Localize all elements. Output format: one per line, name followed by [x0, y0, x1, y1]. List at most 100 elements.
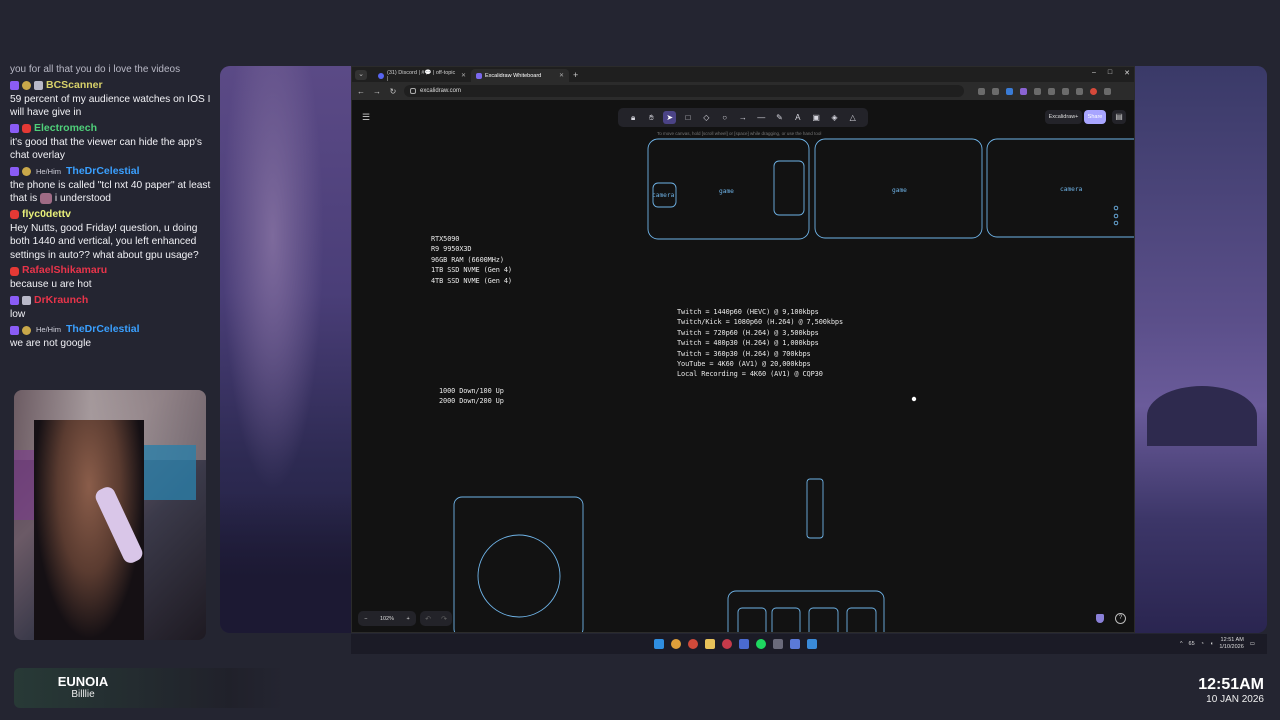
line-icon[interactable]: —	[755, 111, 768, 124]
game-label[interactable]: game	[719, 188, 734, 195]
chat-username: flyc0dettv	[22, 207, 72, 220]
share-button[interactable]: Share	[1084, 110, 1106, 124]
bookmark-icon[interactable]	[992, 87, 999, 95]
badge-icon	[22, 296, 31, 305]
app-icon[interactable]	[790, 639, 800, 649]
history-controls: ↶ ↷	[420, 611, 452, 626]
camera-label[interactable]: camera	[1060, 186, 1083, 193]
game-label[interactable]: game	[892, 187, 907, 194]
zoom-in-button[interactable]: +	[407, 616, 410, 622]
image-icon[interactable]: ▣	[810, 111, 823, 124]
window-controls: – □ ✕	[1092, 69, 1130, 77]
bottom-key[interactable]	[846, 607, 877, 632]
volume-icon[interactable]: ◖	[1210, 641, 1213, 647]
file-explorer-icon[interactable]	[705, 639, 715, 649]
windows-start-icon[interactable]	[654, 639, 664, 649]
rectangle-icon[interactable]: □	[682, 111, 695, 124]
tall-bar[interactable]	[806, 478, 824, 539]
clock-time: 12:51AM	[1198, 676, 1264, 693]
sidebar-icon[interactable]	[1076, 87, 1083, 95]
lock-icon[interactable]: 🔒︎	[627, 111, 640, 124]
dot-shape[interactable]	[1113, 220, 1119, 226]
eraser-icon[interactable]: ◈	[828, 111, 841, 124]
spotify-icon[interactable]	[756, 639, 766, 649]
extension-icon[interactable]	[1048, 87, 1055, 95]
excalidraw-plus-button[interactable]: Excalidraw+	[1045, 110, 1082, 124]
specs-note[interactable]: RTX5090 R9 9950X3D 96GB RAM (6600MHz) 1T…	[431, 234, 512, 286]
selection-icon[interactable]: ➤	[663, 111, 677, 124]
verified-badge-icon	[34, 81, 43, 90]
tab-excalidraw[interactable]: Excalidraw Whiteboard ✕	[471, 69, 569, 82]
puzzle-icon[interactable]	[1062, 87, 1069, 95]
pencil-icon[interactable]: ✎	[773, 111, 786, 124]
site-info-icon[interactable]	[410, 88, 416, 94]
bitrate-note[interactable]: Twitch = 1440p60 (HEVC) @ 9,100kbps Twit…	[677, 307, 843, 380]
extension-icon[interactable]	[1006, 87, 1013, 95]
chat-text: the phone is called "tcl nxt 40 paper" a…	[10, 179, 215, 206]
network-icon[interactable]: ◔	[1201, 641, 1204, 647]
extension-icon[interactable]	[1034, 87, 1041, 95]
close-window-button[interactable]: ✕	[1124, 69, 1130, 77]
chat-message: He/Him TheDrCelestial the phone is calle…	[10, 165, 215, 206]
text-icon[interactable]: A	[791, 111, 804, 124]
diamond-icon[interactable]: ◇	[700, 111, 713, 124]
bottom-key[interactable]	[808, 607, 839, 632]
hand-icon[interactable]: ✋︎	[645, 111, 658, 124]
subscriber-badge-icon	[22, 325, 31, 335]
shield-icon[interactable]	[1096, 614, 1104, 623]
tab-discord[interactable]: (31) Discord | #💬 | off-topic | ✕	[373, 69, 471, 82]
dot-shape[interactable]	[1113, 213, 1119, 219]
taskbar-clock[interactable]: 12:51 AM 1/10/2026	[1219, 637, 1243, 651]
extension-icon[interactable]	[1020, 87, 1027, 95]
chat-username: TheDrCelestial	[66, 323, 140, 336]
app-icon[interactable]	[807, 639, 817, 649]
twitch-icon	[10, 81, 19, 90]
redo-icon[interactable]: ↷	[441, 615, 447, 623]
back-icon[interactable]: ←	[356, 87, 366, 96]
minimize-button[interactable]: –	[1092, 69, 1096, 77]
dot-shape[interactable]	[1113, 205, 1119, 211]
zoom-level[interactable]: 102%	[380, 616, 394, 622]
internet-speed-note[interactable]: 1000 Down/100 Up 2000 Down/200 Up	[439, 386, 504, 407]
phone-shape[interactable]	[453, 496, 584, 632]
system-tray: ^ 65 ◔ ◖ 12:51 AM 1/10/2026 ▭	[1180, 637, 1255, 651]
undo-icon[interactable]: ↶	[425, 615, 431, 623]
camera-label[interactable]: camera	[652, 192, 675, 199]
bottom-key[interactable]	[771, 607, 801, 632]
forward-icon[interactable]: →	[372, 87, 382, 96]
more-tools-icon[interactable]: △	[846, 111, 859, 124]
more-icon[interactable]	[1104, 87, 1111, 95]
notification-icon[interactable]: ▭	[1250, 641, 1255, 647]
spec-line: RTX5090	[431, 235, 460, 243]
library-icon[interactable]: ▤	[1112, 110, 1126, 124]
twitch-icon	[10, 167, 19, 176]
app-icon[interactable]	[773, 639, 783, 649]
new-tab-button[interactable]: +	[573, 70, 578, 80]
url-field[interactable]: excalidraw.com	[404, 85, 964, 97]
excalidraw-canvas[interactable]: camera game game camera RTX5090 R9 9950X…	[352, 100, 1134, 632]
ellipse-icon[interactable]: ○	[718, 111, 731, 124]
help-icon[interactable]: ?	[1115, 613, 1126, 624]
maximize-button[interactable]: □	[1108, 69, 1112, 77]
circle-shape[interactable]	[477, 534, 561, 618]
tab-search-button[interactable]: ⌄	[355, 69, 367, 80]
app-icon[interactable]	[722, 639, 732, 649]
chat-text: it's good that the viewer can hide the a…	[10, 136, 202, 162]
bottom-box[interactable]	[727, 590, 885, 632]
zoom-out-button[interactable]: −	[364, 616, 367, 622]
arrow-icon[interactable]: →	[736, 111, 749, 124]
close-icon[interactable]: ✕	[559, 72, 564, 79]
hamburger-menu-icon[interactable]: ☰	[360, 111, 372, 123]
chrome-icon[interactable]	[671, 639, 681, 649]
reload-icon[interactable]: ↻	[388, 87, 398, 96]
app-icon[interactable]	[739, 639, 749, 649]
profile-avatar[interactable]	[1090, 87, 1097, 95]
tray-chevron-icon[interactable]: ^	[1180, 641, 1183, 647]
close-icon[interactable]: ✕	[461, 72, 466, 79]
extension-icon[interactable]	[978, 87, 985, 95]
twitch-icon	[10, 124, 19, 133]
browser-icon[interactable]	[688, 639, 698, 649]
bottom-key[interactable]	[737, 607, 767, 632]
vertical-box[interactable]	[773, 160, 805, 216]
pronoun-tag: He/Him	[36, 325, 62, 335]
